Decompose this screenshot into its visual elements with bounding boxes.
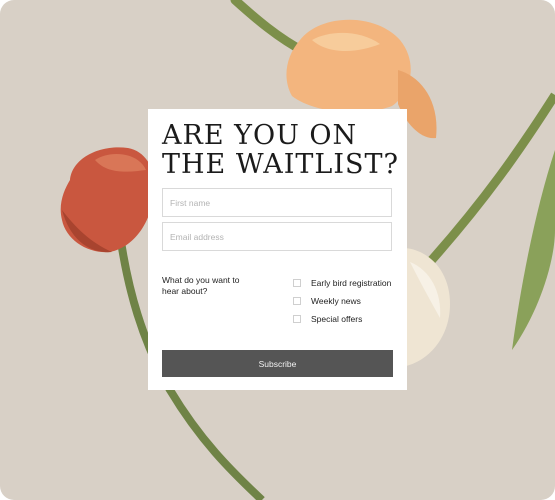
option-label: Special offers	[311, 314, 363, 324]
option-special-offers[interactable]: Special offers	[293, 310, 391, 328]
option-early-bird[interactable]: Early bird registration	[293, 274, 391, 292]
waitlist-form-card: ARE YOU ON THE WAITLIST? What do you wan…	[148, 109, 407, 390]
interests-question: What do you want to hear about?	[162, 275, 240, 296]
checkbox[interactable]	[293, 297, 301, 305]
option-label: Weekly news	[311, 296, 361, 306]
form-title-line-1: ARE YOU ON	[162, 120, 358, 151]
first-name-field[interactable]	[162, 188, 392, 217]
option-weekly-news[interactable]: Weekly news	[293, 292, 391, 310]
form-title-line-2: THE WAITLIST?	[162, 149, 400, 180]
page-frame: ARE YOU ON THE WAITLIST? What do you wan…	[0, 0, 555, 500]
checkbox[interactable]	[293, 315, 301, 323]
checkbox[interactable]	[293, 279, 301, 287]
option-label: Early bird registration	[311, 278, 392, 288]
red-tulip	[60, 147, 155, 253]
form-title: ARE YOU ON THE WAITLIST?	[162, 121, 402, 179]
email-field[interactable]	[162, 222, 392, 251]
subscribe-button[interactable]: Subscribe	[162, 350, 393, 377]
cream-tulip	[405, 248, 450, 366]
interest-options: Early bird registration Weekly news Spec…	[293, 274, 391, 328]
